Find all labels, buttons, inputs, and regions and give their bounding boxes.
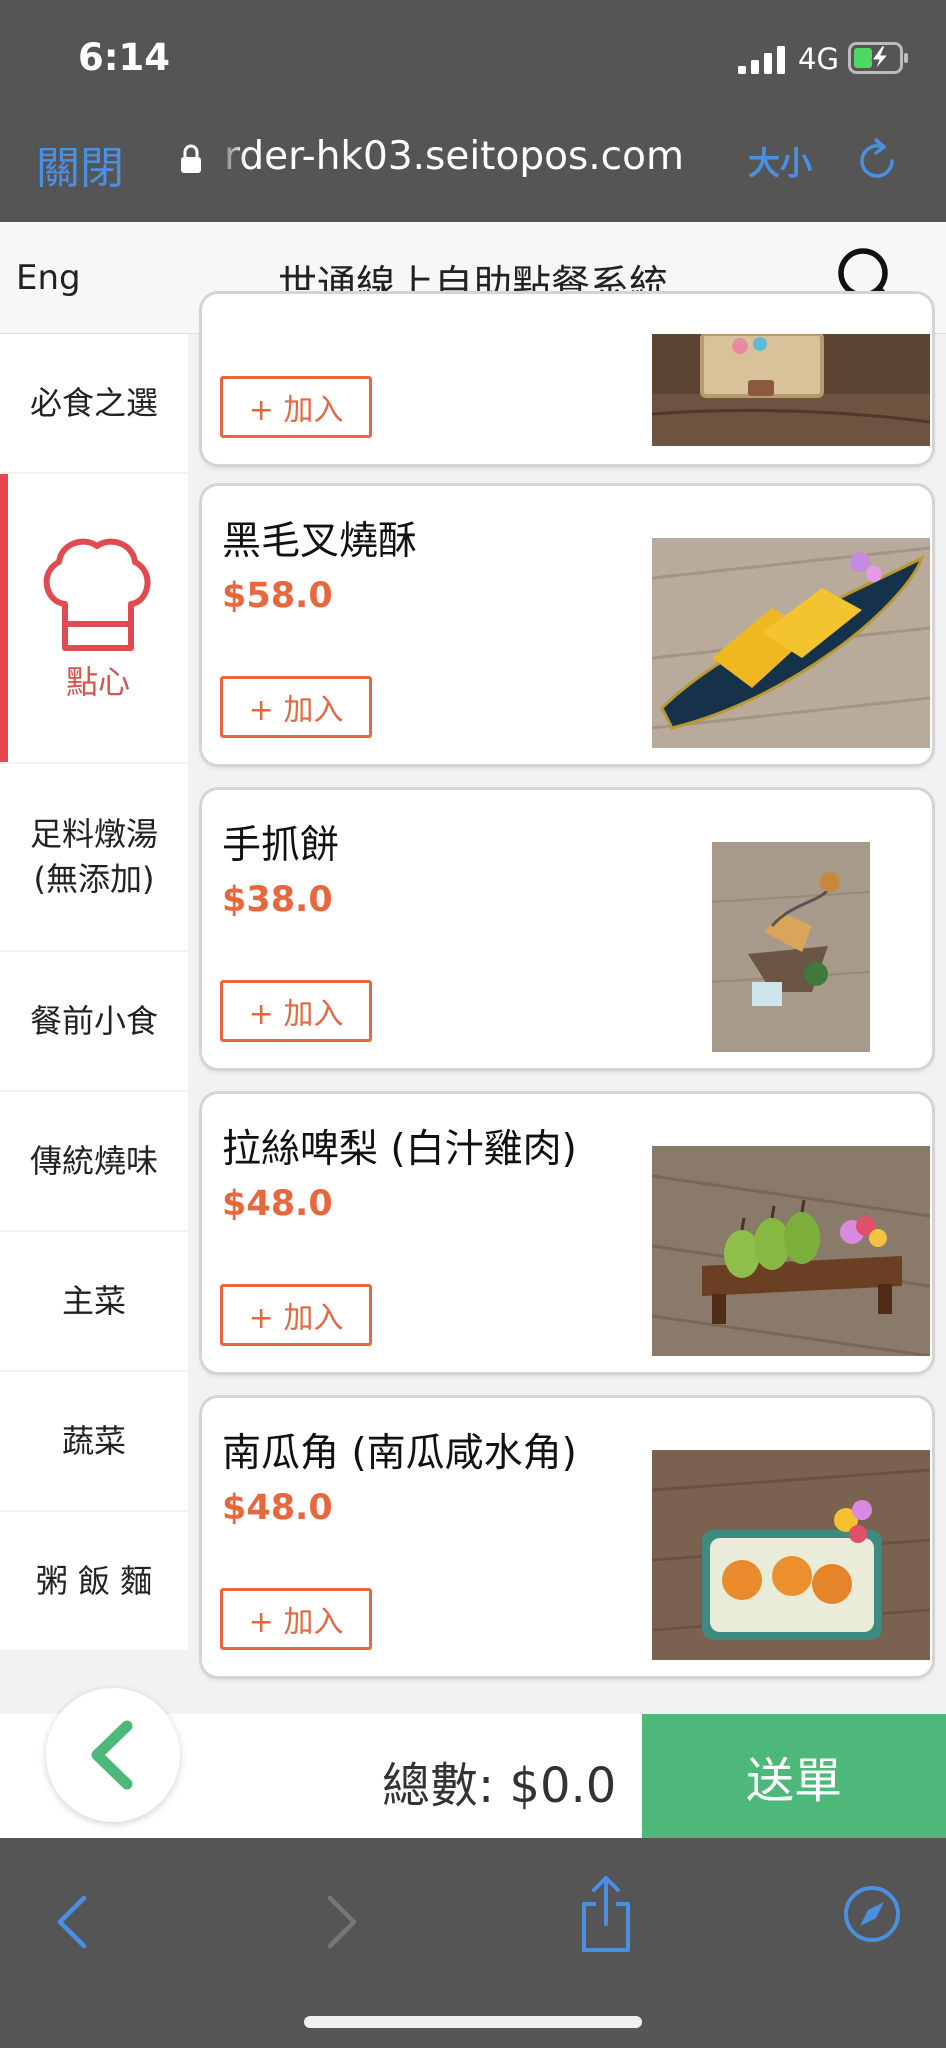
char-siu-pastry-photo	[652, 538, 930, 748]
network-label: 4G	[798, 42, 839, 76]
category-must-eat[interactable]: 必食之選	[0, 334, 188, 472]
hand-pulled-pancake-photo	[712, 842, 870, 1052]
back-arrow-icon[interactable]	[52, 1892, 92, 1952]
add-button[interactable]: + 加入	[220, 676, 372, 738]
category-label: 主菜	[61, 1281, 126, 1320]
url-field[interactable]: rder-hk03.seitopos.com	[224, 134, 684, 179]
category-roast-meats[interactable]: 傳統燒味	[0, 1092, 188, 1230]
add-button[interactable]: + 加入	[220, 980, 372, 1042]
product-card: + 加入	[202, 294, 932, 464]
signal-icon	[738, 46, 785, 74]
chef-hat-icon	[43, 538, 151, 651]
add-button[interactable]: + 加入	[220, 1284, 372, 1346]
category-appetizers[interactable]: 餐前小食	[0, 952, 188, 1090]
product-card[interactable]: 黑毛叉燒酥 $58.0 + 加入	[202, 486, 932, 764]
add-button[interactable]: + 加入	[220, 1588, 372, 1650]
category-soup[interactable]: 足料燉湯 (無添加)	[0, 764, 188, 950]
product-card[interactable]: 拉絲啤梨 (白汁雞肉) $48.0 + 加入	[202, 1094, 932, 1372]
product-price: $38.0	[222, 880, 333, 920]
phone-screen: 6:14 4G 關閉 rder-hk03.seitopos.com 大小 Eng	[0, 0, 946, 2048]
reload-icon[interactable]	[854, 138, 900, 184]
browser-bottom-bar	[0, 1838, 946, 2048]
product-price: $48.0	[222, 1184, 333, 1224]
forward-arrow-icon[interactable]	[322, 1892, 362, 1952]
category-label: 點心	[65, 662, 130, 701]
compass-icon[interactable]	[842, 1884, 902, 1944]
dim-sum-steamer-photo	[652, 334, 930, 446]
product-name: 手抓餅	[222, 823, 340, 868]
pear-croquette-photo	[652, 1146, 930, 1356]
category-dim-sum[interactable]: 點心	[0, 474, 188, 762]
lock-icon	[181, 144, 201, 173]
category-label: 傳統燒味	[29, 1141, 158, 1180]
chevron-left-icon	[91, 1720, 133, 1790]
category-label: 蔬菜	[61, 1421, 126, 1460]
category-label: 粥 飯 麵	[35, 1561, 153, 1600]
category-label: 餐前小食	[29, 1001, 158, 1040]
category-congee-rice-noodles[interactable]: 粥 飯 麵	[0, 1512, 188, 1650]
back-button[interactable]	[46, 1688, 180, 1822]
product-name: 拉絲啤梨 (白汁雞肉)	[222, 1127, 577, 1172]
submit-order-button[interactable]: 送單	[642, 1714, 946, 1838]
browser-top-bar: 6:14 4G 關閉 rder-hk03.seitopos.com 大小	[0, 0, 946, 222]
pumpkin-dumpling-photo	[652, 1450, 930, 1660]
text-size-button[interactable]: 大小	[748, 138, 812, 184]
submit-label: 送單	[745, 1753, 842, 1809]
category-vegetables[interactable]: 蔬菜	[0, 1372, 188, 1510]
category-main-dishes[interactable]: 主菜	[0, 1232, 188, 1370]
add-button[interactable]: + 加入	[220, 376, 372, 438]
category-label: 足料燉湯 (無添加)	[29, 815, 158, 898]
product-card[interactable]: 南瓜角 (南瓜咸水角) $48.0 + 加入	[202, 1398, 932, 1676]
url-fade	[216, 130, 246, 182]
product-card[interactable]: 手抓餅 $38.0 + 加入	[202, 790, 932, 1068]
close-link[interactable]: 關閉	[36, 132, 124, 196]
category-label: 必食之選	[29, 383, 158, 422]
order-total: 總數: $0.0	[382, 1758, 617, 1814]
product-name: 南瓜角 (南瓜咸水角)	[222, 1431, 577, 1476]
text-size-label: 大小	[748, 144, 813, 182]
product-list: + 加入 黑毛叉燒酥 $58.0 + 加入 手抓餅 $38.0 + 加入 拉絲啤…	[198, 294, 938, 1714]
home-indicator[interactable]	[304, 2016, 642, 2028]
product-price: $48.0	[222, 1488, 333, 1528]
order-footer: 總數: $0.0 送單	[0, 1688, 946, 1838]
share-icon[interactable]	[576, 1874, 636, 1954]
product-name: 黑毛叉燒酥	[222, 519, 418, 564]
category-sidebar: 必食之選 點心 足料燉湯 (無添加) 餐前小食 傳統燒味 主菜 蔬菜 粥 飯 麵	[0, 334, 188, 1714]
status-time: 6:14	[78, 36, 171, 79]
battery-charging-icon	[848, 42, 908, 74]
product-price: $58.0	[222, 576, 333, 616]
